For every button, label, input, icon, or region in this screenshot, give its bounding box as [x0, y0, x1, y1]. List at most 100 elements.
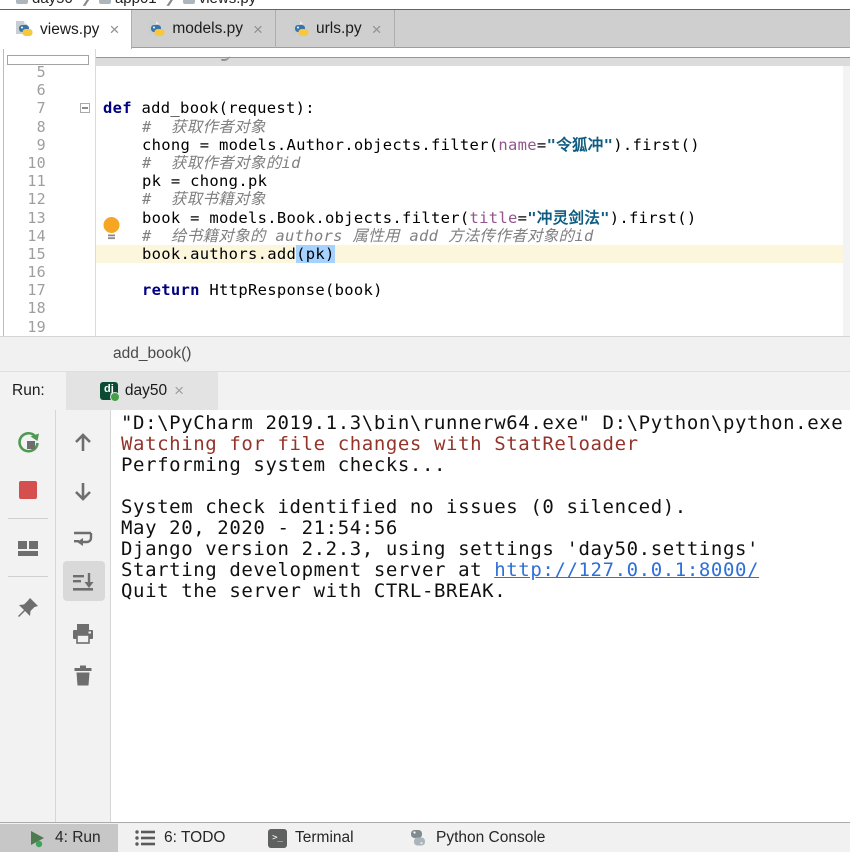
scroll-up-icon [70, 429, 96, 455]
code-line-9[interactable]: 9chong = models.Author.objects.filter(na… [0, 136, 850, 154]
line-number[interactable]: 5 [0, 63, 46, 81]
python-file-icon [14, 20, 34, 39]
toolwindow-todo-button[interactable]: 6: TODO [134, 824, 225, 852]
line-number[interactable]: 18 [0, 299, 46, 317]
breadcrumb: day50❯app01❯views.py [0, 0, 850, 10]
intention-bulb-icon[interactable] [102, 216, 121, 245]
code-text: def add_book(request): [95, 99, 315, 117]
line-number[interactable]: 6 [0, 81, 46, 99]
tab-label: views.py [40, 21, 99, 39]
clear-button[interactable] [69, 662, 97, 690]
toolwindow-terminal-button[interactable]: >_Terminal [268, 824, 354, 852]
clear-trash-icon [70, 663, 96, 689]
line-number[interactable]: 14 [0, 227, 46, 245]
todo-list-icon [134, 828, 156, 848]
soft-wrap-button[interactable] [69, 524, 97, 552]
line-number[interactable]: 10 [0, 154, 46, 172]
context-function-label[interactable]: add_book() [113, 337, 191, 371]
pin-button[interactable] [14, 594, 42, 622]
code-line-6[interactable]: 6 [0, 81, 850, 99]
code-text [95, 299, 103, 317]
code-text [95, 263, 103, 281]
editor-tabs: views.py × models.py× urls.py× [0, 10, 850, 48]
line-number[interactable]: 7 [0, 99, 46, 117]
run-panel-title: Run: [12, 372, 45, 410]
code-line-8[interactable]: 8# 获取作者对象 [0, 118, 850, 136]
code-line-10[interactable]: 10# 获取作者对象的id [0, 154, 850, 172]
code-line-19[interactable]: 19 [0, 318, 850, 336]
up-button[interactable] [69, 428, 97, 456]
toolwindow-run-button[interactable]: 4: Run [0, 824, 118, 852]
rerun-icon [15, 429, 41, 455]
console-text: Django version 2.2.3, using settings 'da… [121, 538, 759, 560]
line-number[interactable]: 9 [0, 136, 46, 154]
breadcrumb-item[interactable]: day50 [32, 0, 73, 7]
breadcrumb-item[interactable]: views.py [199, 0, 257, 7]
console-text: Quit the server with CTRL-BREAK. [121, 580, 506, 602]
close-icon[interactable]: × [109, 21, 119, 38]
stop-button[interactable] [14, 476, 42, 504]
line-number[interactable]: 16 [0, 263, 46, 281]
console-output[interactable]: "D:\PyCharm 2019.1.3\bin\runnerw64.exe" … [111, 410, 850, 822]
toolwindow-label: 6: TODO [164, 829, 225, 847]
line-number[interactable]: 17 [0, 281, 46, 299]
console-text: Starting development server at [121, 559, 494, 581]
console-line: Quit the server with CTRL-BREAK. [111, 581, 850, 602]
line-number[interactable]: 15 [0, 245, 46, 263]
soft-wrap-icon [70, 525, 96, 551]
console-text: System check identified no issues (0 sil… [121, 496, 687, 518]
tool-window-bar: 4: Run 6: TODO >_Terminal Python Console [0, 822, 850, 852]
run-panel-body: "D:\PyCharm 2019.1.3\bin\runnerw64.exe" … [0, 410, 850, 822]
code-text [95, 63, 103, 81]
console-line: Watching for file changes with StatReloa… [111, 434, 850, 455]
console-line: Performing system checks... [111, 455, 850, 476]
stop-icon [15, 477, 41, 503]
server-url-link[interactable]: http://127.0.0.1:8000/ [494, 559, 759, 581]
run-panel-header: Run: dj day50 × [0, 372, 850, 410]
code-line-13[interactable]: 13book = models.Book.objects.filter(titl… [0, 209, 850, 227]
code-line-14[interactable]: 14# 给书籍对象的 authors 属性用 add 方法传作者对象的id [0, 227, 850, 245]
line-number[interactable]: 13 [0, 209, 46, 227]
editor-scroll-strip[interactable] [843, 66, 850, 336]
folder-icon [16, 0, 28, 4]
fold-marker-icon[interactable] [80, 103, 90, 113]
code-editor[interactable]: 567 def add_book(request):8# 获取作者对象9chong… [0, 48, 850, 336]
run-toolbar-outer [0, 410, 56, 822]
console-text: Watching for file changes with StatReloa… [121, 433, 639, 455]
close-icon[interactable]: × [174, 381, 184, 401]
console-line: May 20, 2020 - 21:54:56 [111, 518, 850, 539]
code-line-16[interactable]: 16 [0, 263, 850, 281]
code-line-12[interactable]: 12# 获取书籍对象 [0, 190, 850, 208]
console-text: May 20, 2020 - 21:54:56 [121, 517, 398, 539]
restore-layout-button[interactable] [14, 534, 42, 562]
line-number[interactable]: 12 [0, 190, 46, 208]
toolwindow-python-console-button[interactable]: Python Console [408, 824, 545, 852]
code-line-7[interactable]: 7 def add_book(request): [0, 99, 850, 117]
down-button[interactable] [69, 478, 97, 506]
code-line-18[interactable]: 18 [0, 299, 850, 317]
line-number[interactable]: 19 [0, 318, 46, 336]
console-line: "D:\PyCharm 2019.1.3\bin\runnerw64.exe" … [111, 413, 850, 434]
rerun-button[interactable] [14, 428, 42, 456]
close-icon[interactable]: × [253, 21, 263, 38]
code-line-5[interactable]: 5 [0, 63, 850, 81]
editor-tab-urls-py[interactable]: urls.py× [276, 10, 395, 48]
code-line-17[interactable]: 17 return HttpResponse(book) [0, 281, 850, 299]
toolwindow-label: 4: Run [55, 829, 101, 847]
code-text: return HttpResponse(book) [95, 281, 383, 299]
python-file-icon [183, 0, 195, 4]
breadcrumb-item[interactable]: app01 [115, 0, 157, 7]
console-text: "D:\PyCharm 2019.1.3\bin\runnerw64.exe" … [121, 412, 843, 434]
print-button[interactable] [69, 620, 97, 648]
code-line-15[interactable]: 15book.authors.add(pk) [0, 245, 850, 263]
editor-tab-views-py[interactable]: views.py × [0, 10, 132, 49]
run-tab-label: day50 [125, 382, 167, 400]
editor-tab-models-py[interactable]: models.py× [132, 10, 276, 48]
line-number[interactable]: 8 [0, 118, 46, 136]
run-config-tab[interactable]: dj day50 × [66, 372, 218, 410]
line-number[interactable]: 11 [0, 172, 46, 190]
code-line-11[interactable]: 11pk = chong.pk [0, 172, 850, 190]
scroll-to-end-button[interactable] [69, 568, 97, 596]
toolwindow-label: Terminal [295, 829, 354, 847]
close-icon[interactable]: × [372, 21, 382, 38]
